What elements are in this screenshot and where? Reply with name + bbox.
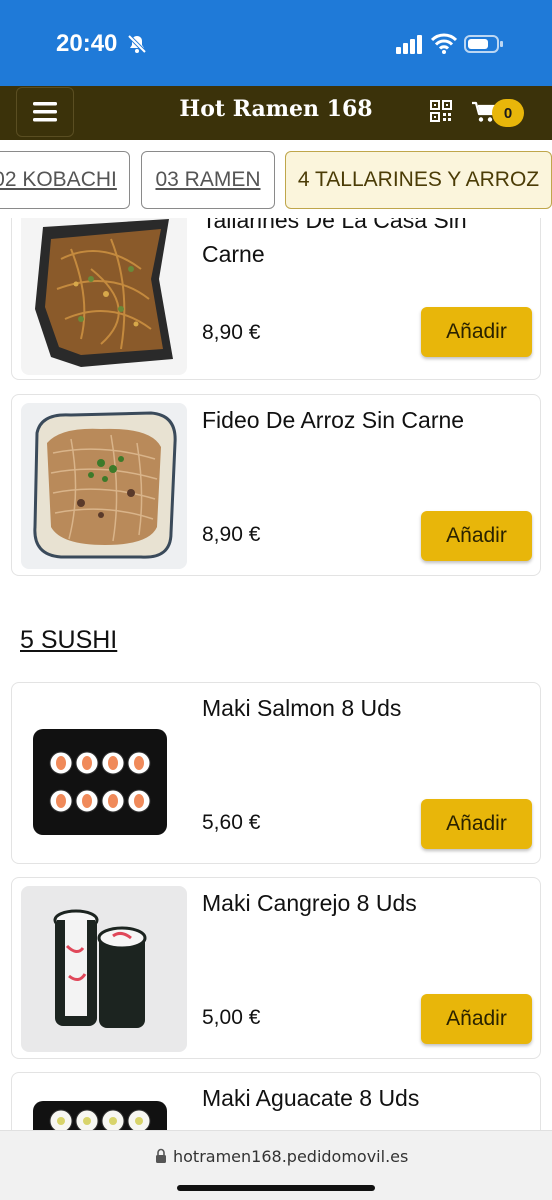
product-list: Tallarines De La Casa Sin Carne 8,90 € A… [0, 218, 552, 1130]
lock-icon [156, 1148, 166, 1163]
add-to-cart-button[interactable]: Añadir [421, 799, 532, 849]
product-name: Maki Aguacate 8 Uds [202, 1085, 420, 1111]
url-text[interactable]: hotramen168.pedidomovil.es [173, 1147, 408, 1166]
product-card: Maki Cangrejo 8 Uds 5,00 € Añadir [11, 877, 541, 1059]
product-name: Tallarines De La Casa Sin Carne [202, 218, 467, 267]
product-image[interactable] [21, 886, 187, 1052]
bell-off-icon [127, 34, 147, 54]
product-image[interactable] [21, 1081, 187, 1130]
home-indicator[interactable] [177, 1185, 375, 1191]
product-price: 8,90 € [202, 523, 261, 546]
qr-code-icon[interactable] [430, 100, 452, 122]
add-to-cart-button[interactable]: Añadir [421, 511, 532, 561]
product-card: Maki Salmon 8 Uds 5,60 € Añadir [11, 682, 541, 864]
add-to-cart-button[interactable]: Añadir [421, 307, 532, 357]
menu-button[interactable] [16, 87, 74, 137]
product-image[interactable] [21, 403, 187, 569]
product-name: Maki Cangrejo 8 Uds [202, 890, 417, 916]
product-price: 8,90 € [202, 321, 261, 344]
product-price: 5,00 € [202, 1006, 261, 1029]
tab-kobachi[interactable]: 02 KOBACHI [0, 151, 130, 209]
status-bar: 20:40 [0, 0, 552, 86]
product-price: 5,60 € [202, 811, 261, 834]
cart-count-badge[interactable]: 0 [492, 99, 524, 127]
browser-url-bar[interactable]: hotramen168.pedidomovil.es [0, 1130, 552, 1200]
product-card: Tallarines De La Casa Sin Carne 8,90 € A… [11, 218, 541, 380]
tab-ramen[interactable]: 03 RAMEN [141, 151, 275, 209]
product-card: Fideo De Arroz Sin Carne 8,90 € Añadir [11, 394, 541, 576]
product-name: Fideo De Arroz Sin Carne [202, 407, 465, 433]
wifi-icon [431, 33, 457, 54]
product-card: Maki Aguacate 8 Uds [11, 1072, 541, 1130]
category-tabs: 02 KOBACHI 03 RAMEN 4 TALLARINES Y ARROZ [0, 140, 552, 218]
app-header: Hot Ramen 168 0 [0, 86, 552, 140]
product-name: Maki Salmon 8 Uds [202, 695, 402, 721]
add-to-cart-button[interactable]: Añadir [421, 994, 532, 1044]
tab-tallarines-y-arroz[interactable]: 4 TALLARINES Y ARROZ [285, 151, 552, 209]
product-image[interactable] [21, 218, 187, 375]
section-title-sushi: 5 SUSHI [20, 626, 118, 654]
battery-icon [464, 35, 503, 53]
status-time: 20:40 [56, 30, 118, 57]
app-title: Hot Ramen 168 [179, 96, 373, 122]
cellular-signal-icon [396, 35, 422, 54]
hamburger-icon [33, 102, 57, 122]
product-image[interactable] [21, 691, 187, 857]
